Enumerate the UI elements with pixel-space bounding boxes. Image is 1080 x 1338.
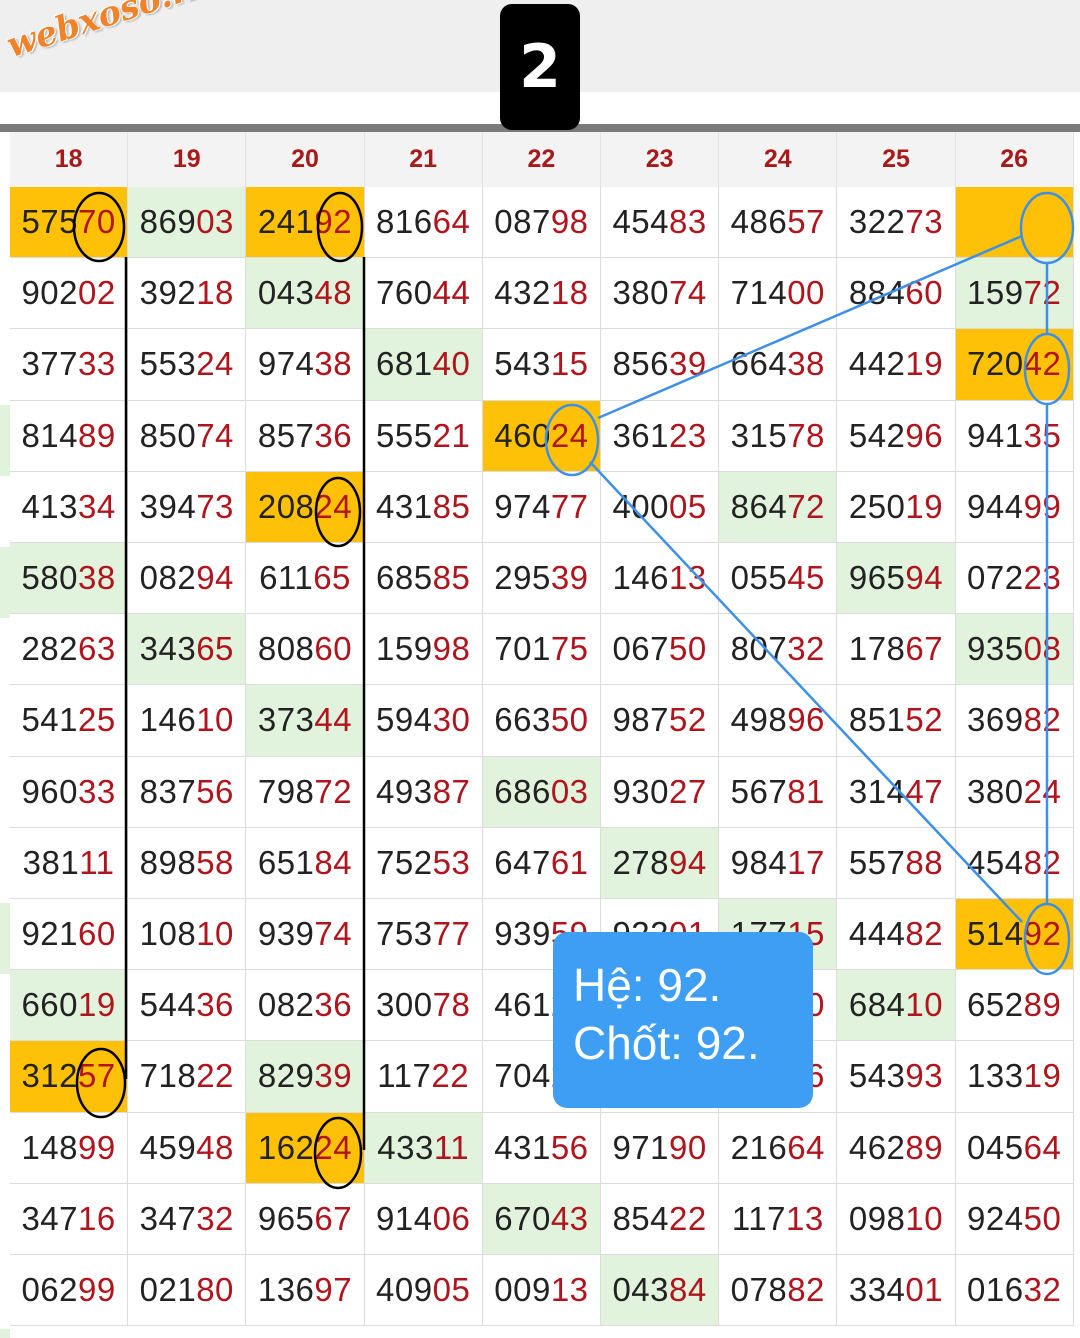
black-circle-marker [313, 1116, 363, 1190]
black-circle-marker [316, 191, 364, 263]
black-circle-marker [314, 476, 362, 548]
callout-line-chot: Chốt: 92. [573, 1017, 760, 1069]
prediction-callout: Hệ: 92. Chốt: 92. [553, 932, 813, 1108]
blue-circle-marker [1019, 191, 1075, 265]
blue-circle-marker [1023, 332, 1071, 406]
blue-circle-marker [1023, 902, 1071, 976]
blue-connector-line [597, 234, 1023, 420]
blue-connector-line [589, 461, 1023, 923]
blue-circle-marker [544, 403, 600, 477]
black-circle-marker [75, 1047, 127, 1119]
annotation-overlay [72, 191, 1075, 1190]
black-circle-marker [72, 191, 126, 263]
callout-line-he: Hệ: 92. [573, 959, 722, 1011]
